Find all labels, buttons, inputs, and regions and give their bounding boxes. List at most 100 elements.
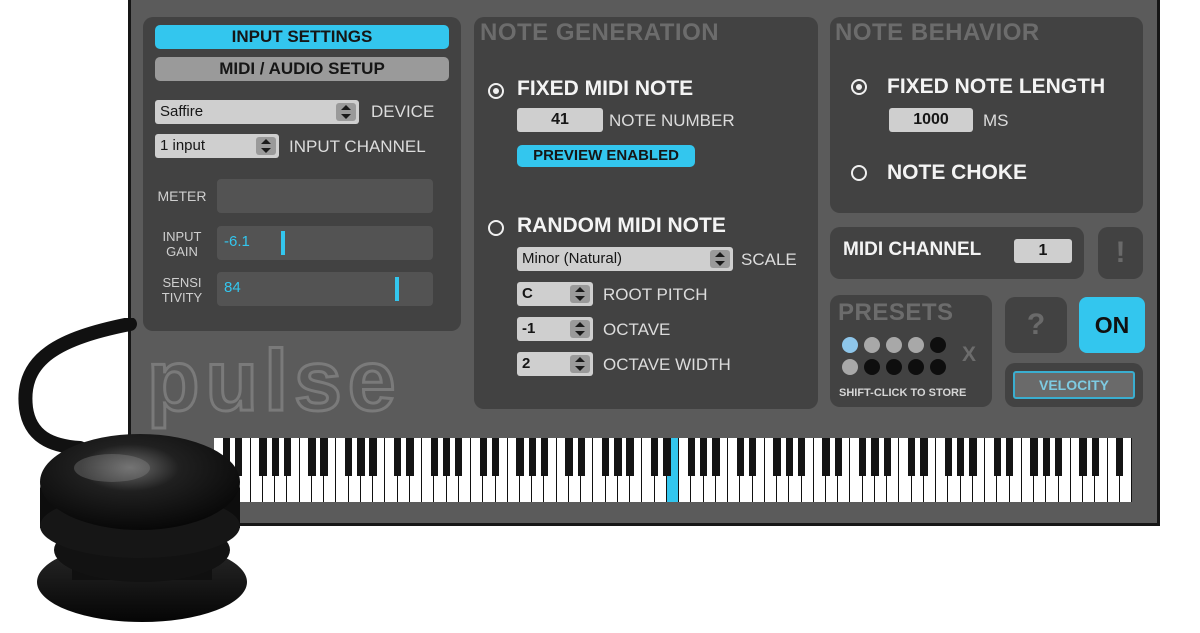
fixed-note-length-radio[interactable]	[851, 79, 867, 95]
piano-black-key[interactable]	[773, 438, 781, 476]
piano-black-key[interactable]	[259, 438, 267, 476]
scale-select[interactable]: Minor (Natural)	[517, 247, 733, 271]
octave-width-label: OCTAVE WIDTH	[603, 355, 731, 374]
tab-midi-audio-setup[interactable]: MIDI / AUDIO SETUP	[155, 57, 449, 81]
piano-black-key[interactable]	[479, 438, 487, 476]
preset-slot[interactable]	[842, 337, 858, 353]
preset-slot[interactable]	[864, 359, 880, 375]
piano-black-key[interactable]	[1079, 438, 1087, 476]
piano-black-key[interactable]	[834, 438, 842, 476]
input-meter	[217, 179, 433, 213]
help-icon: ?	[1026, 308, 1046, 341]
piano-black-key[interactable]	[687, 438, 696, 476]
alert-button[interactable]: !	[1098, 227, 1143, 279]
piano-black-key[interactable]	[859, 438, 867, 476]
piano-black-key[interactable]	[577, 438, 585, 476]
piano-black-key[interactable]	[455, 438, 463, 476]
piano-black-key[interactable]	[822, 438, 830, 476]
preview-enabled-button[interactable]: PREVIEW ENABLED	[517, 145, 695, 167]
presets-clear-button[interactable]: X	[962, 343, 976, 367]
piano-black-key[interactable]	[1091, 438, 1099, 476]
fixed-note-length-label: FIXED NOTE LENGTH	[887, 75, 1106, 98]
piano-black-key[interactable]	[308, 438, 316, 476]
piano-black-key[interactable]	[1116, 438, 1124, 476]
piano-black-key[interactable]	[369, 438, 377, 476]
piano-black-key[interactable]	[797, 438, 806, 476]
piano-black-key[interactable]	[626, 438, 634, 476]
piano-black-key[interactable]	[320, 438, 328, 476]
preset-slot[interactable]	[930, 337, 946, 353]
piano-black-key[interactable]	[406, 438, 414, 476]
piano-black-key[interactable]	[540, 438, 549, 476]
piano-black-key[interactable]	[956, 438, 965, 476]
on-button[interactable]: ON	[1079, 297, 1145, 353]
piano-black-key[interactable]	[442, 438, 451, 476]
piano-black-key[interactable]	[650, 438, 659, 476]
piano-black-key[interactable]	[993, 438, 1002, 476]
note-choke-radio[interactable]	[851, 165, 867, 181]
preset-slot[interactable]	[886, 359, 902, 375]
piano-black-key[interactable]	[663, 438, 671, 476]
piano-black-key[interactable]	[736, 438, 744, 476]
scale-label: SCALE	[741, 250, 797, 269]
random-midi-note-radio[interactable]	[488, 220, 504, 236]
piano-black-key[interactable]	[283, 438, 292, 476]
updown-arrows-icon	[256, 137, 276, 155]
sensitivity-handle[interactable]	[395, 277, 399, 301]
preset-slot[interactable]	[930, 359, 946, 375]
piano-black-key[interactable]	[528, 438, 536, 476]
piano-black-key[interactable]	[1030, 438, 1038, 476]
piano-black-key[interactable]	[491, 438, 500, 476]
preset-slot[interactable]	[842, 359, 858, 375]
preset-slot[interactable]	[886, 337, 902, 353]
fixed-midi-note-radio[interactable]	[488, 83, 504, 99]
updown-arrows-icon	[710, 250, 730, 268]
piano-keyboard[interactable]	[214, 438, 1132, 502]
octave-value: -1	[522, 320, 536, 337]
octave-width-select[interactable]: 2	[517, 352, 593, 376]
piano-black-key[interactable]	[1042, 438, 1050, 476]
piano-black-key[interactable]	[699, 438, 708, 476]
piano-black-key[interactable]	[1005, 438, 1014, 476]
updown-arrows-icon	[570, 285, 590, 303]
piano-black-key[interactable]	[344, 438, 353, 476]
piano-black-key[interactable]	[393, 438, 402, 476]
note-number-field[interactable]: 41	[517, 108, 603, 132]
help-button[interactable]: ?	[1005, 297, 1067, 353]
input-gain-label-line1: INPUT	[162, 229, 202, 244]
piano-black-key[interactable]	[565, 438, 573, 476]
piano-black-key[interactable]	[871, 438, 879, 476]
input-channel-select[interactable]: 1 input	[155, 134, 279, 158]
piano-black-key[interactable]	[944, 438, 953, 476]
input-gain-handle[interactable]	[281, 231, 285, 255]
piano-black-key[interactable]	[602, 438, 610, 476]
note-length-field[interactable]: 1000	[889, 108, 973, 132]
tab-input-settings[interactable]: INPUT SETTINGS	[155, 25, 449, 49]
device-select[interactable]: Saffire	[155, 100, 359, 124]
preset-slot[interactable]	[908, 337, 924, 353]
preset-slot[interactable]	[908, 359, 924, 375]
input-gain-label: INPUT GAIN	[153, 229, 211, 259]
piano-black-key[interactable]	[430, 438, 438, 476]
piano-black-key[interactable]	[748, 438, 757, 476]
sensitivity-slider[interactable]: 84	[217, 272, 433, 306]
piano-black-key[interactable]	[712, 438, 720, 476]
preset-slot[interactable]	[864, 337, 880, 353]
root-pitch-select[interactable]: C	[517, 282, 593, 306]
piano-black-key[interactable]	[908, 438, 916, 476]
piano-black-key[interactable]	[969, 438, 977, 476]
input-channel-label: INPUT CHANNEL	[289, 137, 426, 156]
octave-select[interactable]: -1	[517, 317, 593, 341]
piano-black-key[interactable]	[614, 438, 622, 476]
piano-black-key[interactable]	[920, 438, 928, 476]
velocity-button[interactable]: VELOCITY	[1013, 371, 1135, 399]
input-gain-slider[interactable]: -6.1	[217, 226, 433, 260]
piano-black-key[interactable]	[883, 438, 891, 476]
midi-channel-field[interactable]: 1	[1014, 239, 1072, 263]
piano-black-key[interactable]	[785, 438, 793, 476]
piano-black-key[interactable]	[271, 438, 279, 476]
piano-black-key[interactable]	[1054, 438, 1063, 476]
piano-black-key[interactable]	[357, 438, 365, 476]
sensitivity-label: SENSI TIVITY	[153, 275, 211, 305]
piano-black-key[interactable]	[516, 438, 524, 476]
